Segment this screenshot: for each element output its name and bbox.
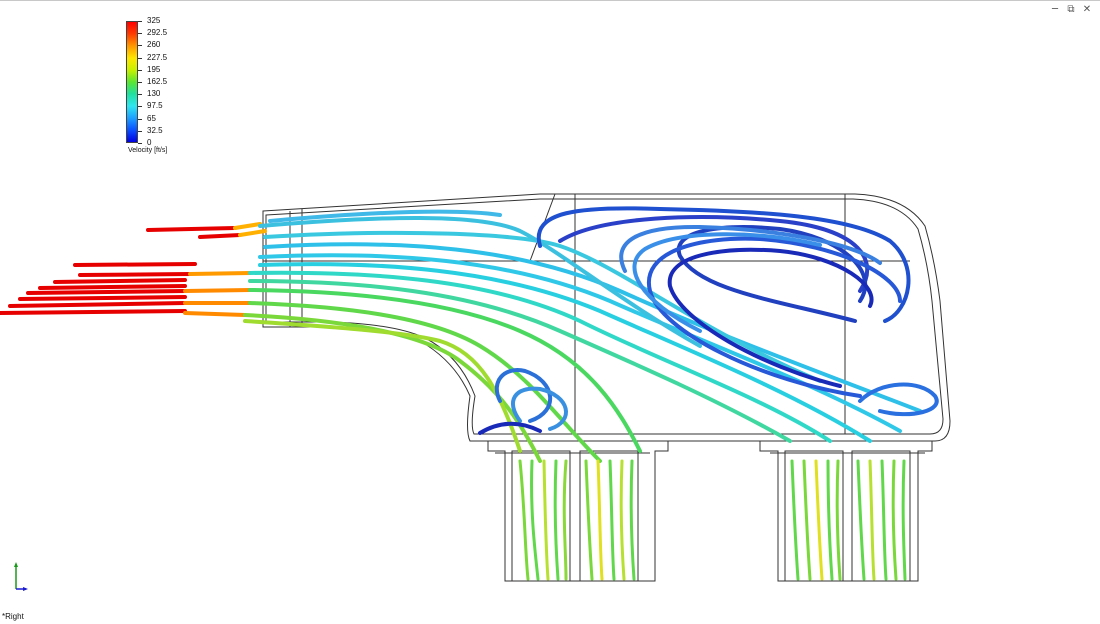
runner-streamlines <box>518 459 907 581</box>
legend-title: Velocity [ft/s] <box>128 147 168 154</box>
legend-tick <box>138 143 142 144</box>
legend-label: 227.5 <box>147 53 168 62</box>
legend-label: 97.5 <box>147 101 163 110</box>
legend-label: 32.5 <box>147 126 163 135</box>
legend-label: 130 <box>147 89 161 98</box>
legend-tick <box>138 45 142 46</box>
legend-label: 325 <box>147 16 161 25</box>
inlet-streamlines <box>0 222 267 317</box>
legend-tick <box>138 70 142 71</box>
legend-color-bar <box>126 21 138 143</box>
legend-tick <box>138 119 142 120</box>
legend-tick <box>138 58 142 59</box>
graphics-viewport[interactable]: ─ ⧉ ✕ 325 292.5 260 227.5 195 162.5 130 … <box>0 0 1100 623</box>
coordinate-triad-icon[interactable] <box>6 561 28 593</box>
legend-tick <box>138 82 142 83</box>
legend-label: 292.5 <box>147 28 168 37</box>
legend-tick <box>138 21 142 22</box>
legend-label: 162.5 <box>147 77 168 86</box>
legend-label: 65 <box>147 114 156 123</box>
legend-tick <box>138 131 142 132</box>
legend-label: 260 <box>147 40 161 49</box>
legend-tick <box>138 33 142 34</box>
legend-tick <box>138 106 142 107</box>
legend-label: 0 <box>147 138 152 147</box>
flow-trajectory-scene <box>0 193 951 582</box>
view-orientation-label: *Right <box>2 612 24 621</box>
legend-tick <box>138 94 142 95</box>
legend-label: 195 <box>147 65 161 74</box>
